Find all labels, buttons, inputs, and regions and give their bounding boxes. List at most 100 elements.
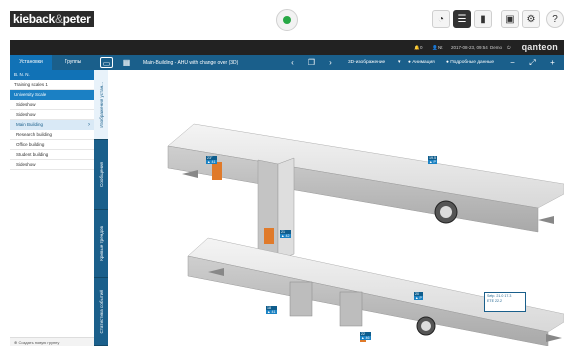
settings-button[interactable]: ⚙ <box>522 10 540 28</box>
animation-toggle[interactable]: ● Анимация <box>408 60 435 65</box>
sensor-tag[interactable]: 23° ▲ 41 <box>206 156 217 164</box>
app-root: kieback&peter ◔ ☰ ▮ ▣ ⚙ ? 🔔 0 👤 Nt 2017-… <box>0 0 566 354</box>
side-tab-messages[interactable]: Сообщения <box>94 140 108 210</box>
tree-item[interactable]: B. N. N. <box>10 70 94 80</box>
tree-item-label: Student building <box>16 152 49 157</box>
logo-amp: & <box>54 12 63 26</box>
view-toolbar: Установки Группы ▭ ▦ Main-Building - AHU… <box>10 55 564 70</box>
tree-item[interactable]: Student building <box>10 150 94 160</box>
top-header: kieback&peter ◔ ☰ ▮ ▣ ⚙ ? <box>0 0 566 40</box>
chart-icon: ▮ <box>480 13 486 25</box>
heating-coil[interactable] <box>289 281 313 317</box>
alarm-count: 0 <box>420 45 423 50</box>
tree-item-selected[interactable]: Main Building › <box>10 120 94 130</box>
sensor-state: ▲ 46 <box>360 336 371 340</box>
sensor-state: ▲ 42 <box>280 234 291 238</box>
exhaust-fan-hub <box>421 321 431 331</box>
side-tab-images[interactable]: Изображения устан... <box>94 70 108 140</box>
tree-item[interactable]: Training scales 1 <box>10 80 94 90</box>
sensor-state: ▲ 41 <box>206 160 217 164</box>
left-tabs: Установки Группы <box>10 55 94 70</box>
damper-actuator[interactable] <box>212 162 222 180</box>
cooling-coil[interactable] <box>339 291 363 327</box>
grid-view-icon[interactable]: ▦ <box>120 57 133 68</box>
tree-item[interactable]: Sideshow <box>10 110 94 120</box>
left-tree-panel: B. N. N. Training scales 1 University Sc… <box>10 70 94 346</box>
view-mode-select[interactable]: 3D-изображение <box>348 60 385 65</box>
chevron-right-icon: › <box>88 122 90 128</box>
details-toggle[interactable]: ● Подробные данные <box>446 60 494 65</box>
tree-item[interactable]: Sideshow <box>10 160 94 170</box>
chevron-down-icon[interactable]: ▾ <box>398 60 400 65</box>
list-icon: ☰ <box>457 13 467 25</box>
tree-item-label: Main Building <box>16 122 44 127</box>
side-tab-label: Изображения устан... <box>98 81 104 128</box>
side-tab-label: Кривые трендов <box>98 226 104 261</box>
product-brand: qanteon <box>521 42 558 52</box>
minimize-icon[interactable]: − <box>506 57 519 68</box>
dashboard-button[interactable]: ◔ <box>432 10 450 28</box>
sensor-tag[interactable]: 21 ▲ 42 <box>280 230 291 238</box>
create-group-link[interactable]: ⊕ Создать новую группу <box>10 337 94 346</box>
sensor-tag[interactable]: 18 ▲ 41 <box>266 306 277 314</box>
fullscreen-icon[interactable]: ⤢ <box>526 57 539 68</box>
side-tab-label: Статистика событий <box>98 289 104 334</box>
view-title: Main-Building - AHU with change over (3D… <box>143 60 239 66</box>
copy-icon[interactable]: ❐ <box>305 57 318 68</box>
supply-fan-hub <box>440 206 452 218</box>
sensor-tag[interactable]: 20 ▲ P <box>414 292 423 300</box>
side-tab-statistics[interactable]: Статистика событий <box>94 278 108 346</box>
prev-arrow-icon[interactable]: ‹ <box>286 57 299 68</box>
info-extra: Demo <box>490 45 503 50</box>
help-button[interactable]: ? <box>546 10 564 28</box>
setpoint-legend: Setp. 21.0 17.3 ЕТЕ 22.2 <box>484 292 526 312</box>
airflow-arrow-icon <box>538 216 554 224</box>
tree-item[interactable]: Sideshow <box>10 100 94 110</box>
info-bar: 🔔 0 👤 Nt 2017-08-23, 09:54 Demo ⏻ qanteo… <box>10 40 564 55</box>
legend-line: ЕТЕ 22.2 <box>487 299 502 303</box>
chart-view-button[interactable]: ▮ <box>474 10 492 28</box>
tree-item-label: University Scale <box>14 92 47 97</box>
sensor-state: ▲ P <box>428 160 437 164</box>
sensor-state: ▲ 41 <box>266 310 277 314</box>
sensor-tag[interactable]: 19.5 ▲ P <box>428 156 437 164</box>
gauge-icon: ◔ <box>437 13 445 25</box>
single-view-icon[interactable]: ▭ <box>100 57 113 68</box>
sensor-tag[interactable]: 22 ▲ 46 <box>360 332 371 340</box>
brand-logo: kieback&peter <box>10 11 94 27</box>
damper-actuator[interactable] <box>264 228 274 244</box>
vertical-duct-side <box>277 157 295 261</box>
tree-item-label: Research building <box>16 132 53 137</box>
sensor-state: ▲ P <box>414 296 423 300</box>
status-ok-icon <box>283 16 291 24</box>
3d-viewport[interactable]: 23° ▲ 41 19.5 ▲ P 21 ▲ 42 20 ▲ P 18 ▲ 41… <box>108 70 564 346</box>
side-tab-trends[interactable]: Кривые трендов <box>94 210 108 278</box>
vertical-side-tabs: Изображения устан... Сообщения Кривые тр… <box>94 70 108 346</box>
tab-installations[interactable]: Установки <box>10 55 52 70</box>
side-tab-label: Сообщения <box>98 162 104 187</box>
status-indicator-button[interactable] <box>276 9 298 31</box>
animation-label: Анимация <box>412 60 435 65</box>
screen-button[interactable]: ▣ <box>501 10 519 28</box>
screen-icon: ▣ <box>505 13 515 25</box>
tree-item[interactable]: University Scale <box>10 90 94 100</box>
tab-groups[interactable]: Группы <box>52 55 94 70</box>
logo-text-2: peter <box>62 12 91 26</box>
tree-item-label: Sideshow <box>16 112 36 117</box>
details-label: Подробные данные <box>450 60 495 65</box>
app-frame: 🔔 0 👤 Nt 2017-08-23, 09:54 Demo ⏻ qanteo… <box>10 40 564 346</box>
tree-item[interactable]: Research building <box>10 130 94 140</box>
power-icon[interactable]: ⏻ <box>507 45 511 50</box>
gear-icon: ⚙ <box>526 13 536 25</box>
list-view-button[interactable]: ☰ <box>453 10 471 28</box>
add-icon[interactable]: + <box>546 57 559 68</box>
tree-item[interactable]: Office building <box>10 140 94 150</box>
airflow-arrow-icon <box>546 334 562 342</box>
help-icon: ? <box>552 13 558 25</box>
tree-item-label: Sideshow <box>16 162 36 167</box>
logo-text: kieback <box>13 12 55 26</box>
tree-item-label: Office building <box>16 142 45 147</box>
next-arrow-icon[interactable]: › <box>324 57 337 68</box>
vertical-duct <box>257 159 279 261</box>
datetime: 2017-08-23, 09:54 <box>451 45 488 50</box>
